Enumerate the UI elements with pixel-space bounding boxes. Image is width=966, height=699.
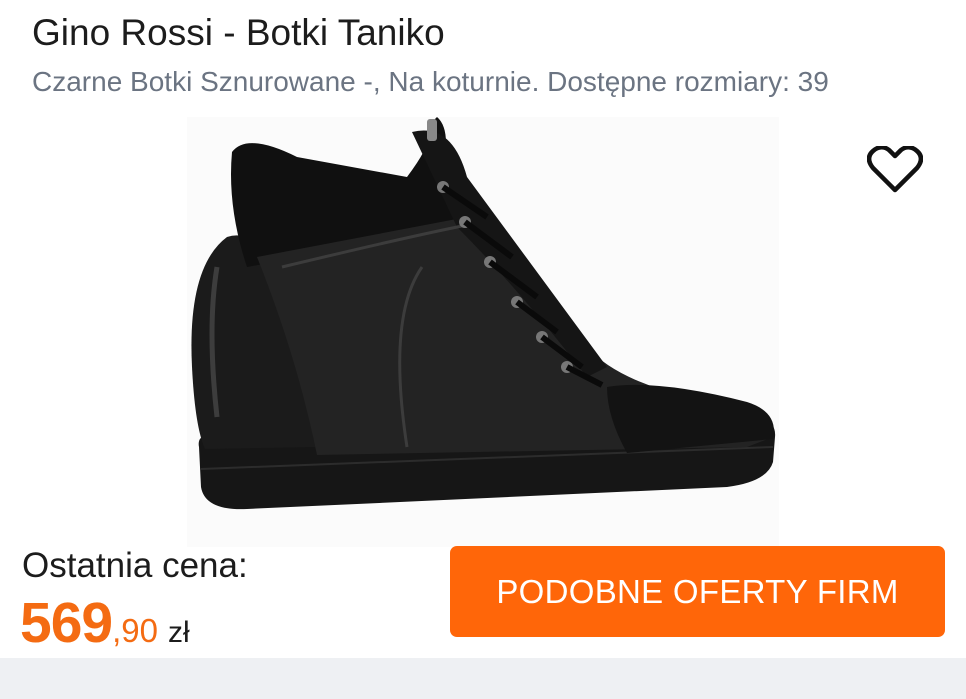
product-description: Czarne Botki Sznurowane -, Na koturnie. … xyxy=(32,66,932,98)
price-label: Ostatnia cena: xyxy=(22,546,248,585)
price-cents: ,90 xyxy=(112,612,158,649)
product-image[interactable] xyxy=(187,117,779,547)
heart-outline-icon xyxy=(867,146,923,193)
price: 569,90 zł xyxy=(20,590,190,656)
product-title: Gino Rossi - Botki Taniko xyxy=(32,12,445,53)
similar-offers-button[interactable]: PODOBNE OFERTY FIRM xyxy=(450,546,945,637)
favorite-button[interactable] xyxy=(862,142,928,198)
shoe-illustration xyxy=(191,117,776,510)
price-currency: zł xyxy=(167,616,190,649)
price-whole: 569 xyxy=(20,591,113,655)
bottom-strip xyxy=(0,658,966,699)
